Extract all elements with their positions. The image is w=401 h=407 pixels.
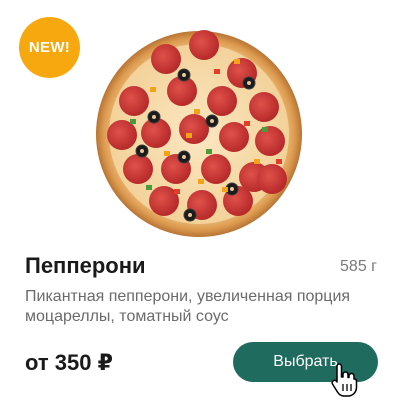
hand-pointer-icon bbox=[331, 363, 358, 397]
pepper-bit bbox=[130, 119, 136, 124]
product-title: Пепперони bbox=[25, 253, 146, 278]
product-price: от 350 ₽ bbox=[25, 350, 113, 375]
pepper-bit bbox=[164, 151, 170, 156]
select-button-label: Выбрать bbox=[273, 353, 338, 370]
pepper-bit bbox=[174, 189, 180, 194]
pepper-bit bbox=[222, 187, 228, 192]
pepperoni-slice bbox=[201, 154, 231, 184]
pepper-bit bbox=[214, 69, 220, 74]
product-description: Пикантная пепперони, увеличенная порция … bbox=[25, 288, 351, 325]
pepper-bit bbox=[150, 87, 156, 92]
product-card[interactable]: NEW! Пепперони 585 г Пикантная пепперони… bbox=[0, 0, 401, 407]
pepper-bit bbox=[206, 149, 212, 154]
pepperoni-slice bbox=[123, 154, 153, 184]
pepperoni-slice bbox=[249, 92, 279, 122]
new-badge: NEW! bbox=[19, 17, 80, 78]
product-weight: 585 г bbox=[340, 258, 377, 275]
pepper-bit bbox=[194, 109, 200, 114]
pepperoni-slice bbox=[107, 120, 137, 150]
pepper-bit bbox=[254, 159, 260, 164]
pepperoni-slice bbox=[189, 30, 219, 60]
pepper-bit bbox=[186, 133, 192, 138]
pepperoni-slice bbox=[207, 86, 237, 116]
pepper-bit bbox=[234, 59, 240, 64]
pepperoni-slice bbox=[179, 114, 209, 144]
pepper-bit bbox=[198, 179, 204, 184]
pizza-image[interactable] bbox=[94, 29, 304, 239]
pepper-bit bbox=[146, 185, 152, 190]
pepper-bit bbox=[262, 127, 268, 132]
pepperoni-slice bbox=[257, 164, 287, 194]
pepperoni-slice bbox=[255, 126, 285, 156]
pepper-bit bbox=[244, 121, 250, 126]
pepper-bit bbox=[276, 159, 282, 164]
pepperoni-slice bbox=[219, 122, 249, 152]
pepperoni-slice bbox=[151, 44, 181, 74]
pepperoni-slice bbox=[119, 86, 149, 116]
